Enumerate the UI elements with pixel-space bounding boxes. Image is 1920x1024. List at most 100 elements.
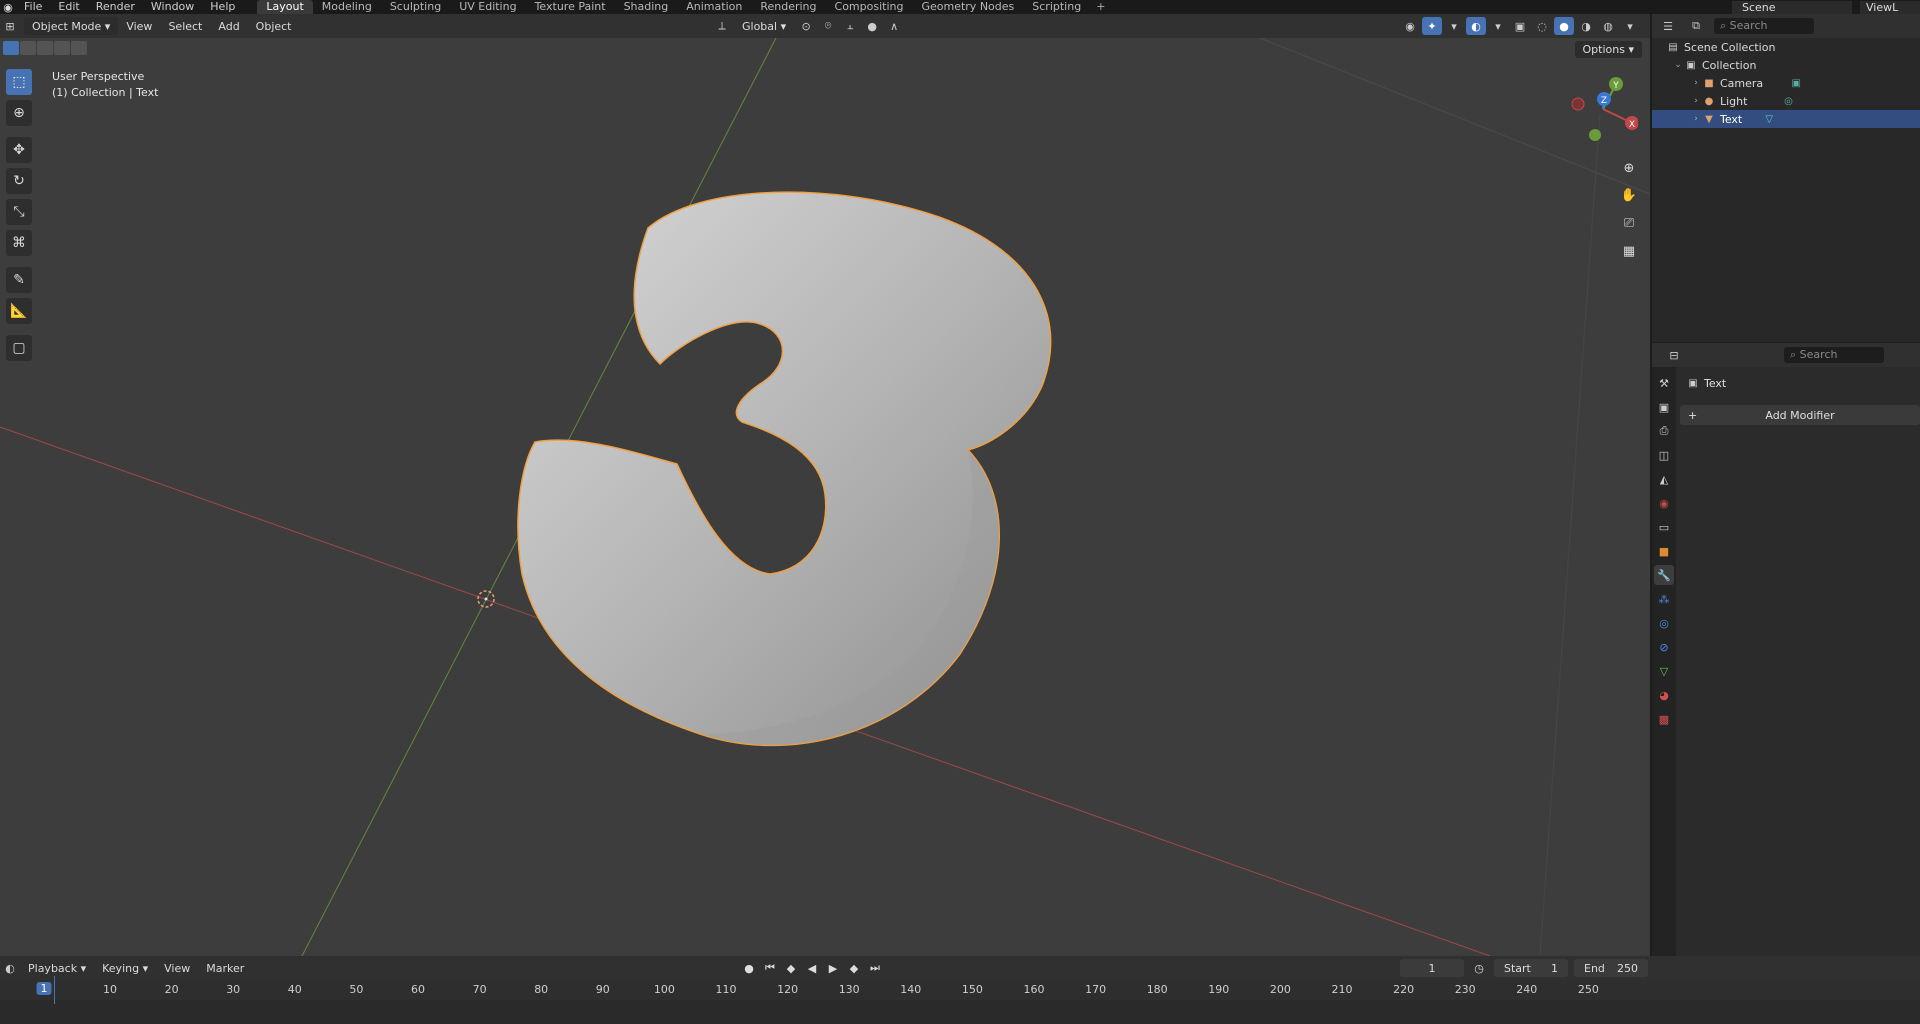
- expand-arrow-icon[interactable]: ›: [1690, 78, 1702, 88]
- snap-target-icon[interactable]: ⫠: [840, 17, 860, 35]
- object-tab-icon[interactable]: ■: [1654, 541, 1674, 561]
- xray-icon[interactable]: ▣: [1510, 17, 1530, 35]
- solid-shading-icon[interactable]: ●: [1554, 17, 1574, 35]
- menu-select[interactable]: Select: [160, 17, 210, 35]
- play-icon[interactable]: ▶: [824, 959, 842, 977]
- marker-menu[interactable]: Marker: [198, 959, 252, 977]
- play-reverse-icon[interactable]: ◀: [803, 959, 821, 977]
- expand-arrow-icon[interactable]: ›: [1690, 96, 1702, 106]
- properties-search-input[interactable]: ⌕ Search: [1784, 347, 1884, 363]
- auto-keying-icon[interactable]: ●: [740, 959, 758, 977]
- view-layer-field[interactable]: ViewL: [1860, 0, 1920, 14]
- tab-compositing[interactable]: Compositing: [826, 0, 913, 14]
- tab-texture-paint[interactable]: Texture Paint: [526, 0, 615, 14]
- text-row[interactable]: › ▼ Text ▽: [1652, 110, 1920, 128]
- text-data-icon[interactable]: ▽: [1762, 112, 1776, 126]
- select-subtract-icon[interactable]: [37, 41, 53, 55]
- object-mode-dropdown[interactable]: Object Mode ▾: [24, 17, 119, 35]
- menu-add[interactable]: Add: [210, 17, 247, 35]
- playback-menu[interactable]: Playback ▾: [20, 959, 94, 977]
- camera-data-icon[interactable]: ▣: [1789, 76, 1803, 90]
- clock-icon[interactable]: ◷: [1470, 959, 1488, 977]
- properties-editor-icon[interactable]: ⊟: [1664, 346, 1684, 364]
- constraints-tab-icon[interactable]: ⊘: [1654, 637, 1674, 657]
- display-mode-icon[interactable]: ⧉: [1686, 17, 1706, 35]
- rendered-shading-icon[interactable]: ◍: [1598, 17, 1618, 35]
- collection-tab-icon[interactable]: ▭: [1654, 517, 1674, 537]
- tab-modeling[interactable]: Modeling: [313, 0, 381, 14]
- jump-start-icon[interactable]: ⏮: [761, 959, 779, 977]
- light-row[interactable]: › ● Light ◎: [1652, 92, 1920, 110]
- menu-edit[interactable]: Edit: [50, 0, 87, 14]
- output-tab-icon[interactable]: ⎙: [1654, 421, 1674, 441]
- data-tab-icon[interactable]: ▽: [1654, 661, 1674, 681]
- menu-render[interactable]: Render: [88, 0, 143, 14]
- editor-type-icon[interactable]: ⊞: [0, 17, 20, 35]
- pan-hand-icon[interactable]: ✋: [1617, 183, 1641, 207]
- next-keyframe-icon[interactable]: ◆: [845, 959, 863, 977]
- 3d-viewport[interactable]: ⊞ Object Mode ▾ View Select Add Object ⟂…: [0, 14, 1650, 956]
- frame-ruler[interactable]: 1 10 20 30 40 50 60 70 80 90 100 110 120 130 140 150 16…: [0, 980, 1920, 1000]
- timeline-editor-icon[interactable]: ◐: [0, 959, 20, 977]
- falloff-icon[interactable]: ∧: [884, 17, 904, 35]
- select-box-icon[interactable]: ⬚: [6, 69, 32, 95]
- pivot-icon[interactable]: ⊙: [796, 17, 816, 35]
- transform-tool-icon[interactable]: ⌘: [6, 230, 32, 256]
- orientation-dropdown[interactable]: Global ▾: [734, 17, 794, 35]
- select-extend-icon[interactable]: [20, 41, 36, 55]
- options-dropdown[interactable]: Options ▾: [1574, 41, 1642, 58]
- menu-object[interactable]: Object: [248, 17, 300, 35]
- world-tab-icon[interactable]: ◉: [1654, 493, 1674, 513]
- view-layer-tab-icon[interactable]: ◫: [1654, 445, 1674, 465]
- physics-tab-icon[interactable]: ◎: [1654, 613, 1674, 633]
- tab-rendering[interactable]: Rendering: [751, 0, 825, 14]
- navigation-gizmo[interactable]: X Y Z: [1568, 74, 1638, 144]
- shading-dropdown-icon[interactable]: ▾: [1620, 17, 1640, 35]
- menu-file[interactable]: File: [16, 0, 50, 14]
- add-cube-tool-icon[interactable]: ▢: [6, 335, 32, 361]
- select-invert-icon[interactable]: [54, 41, 70, 55]
- camera-row[interactable]: › ■ Camera ▣: [1652, 74, 1920, 92]
- overlay-toggle-icon[interactable]: ◐: [1466, 17, 1486, 35]
- start-frame-field[interactable]: Start 1: [1494, 959, 1568, 977]
- current-frame-indicator[interactable]: 1: [36, 982, 52, 995]
- tab-scripting[interactable]: Scripting: [1023, 0, 1090, 14]
- end-frame-field[interactable]: End 250: [1574, 959, 1648, 977]
- material-shading-icon[interactable]: ◑: [1576, 17, 1596, 35]
- add-modifier-button[interactable]: + Add Modifier: [1680, 405, 1920, 425]
- select-intersect-icon[interactable]: [71, 41, 87, 55]
- visibility-icon[interactable]: ◉: [1400, 17, 1420, 35]
- tab-shading[interactable]: Shading: [615, 0, 678, 14]
- prev-keyframe-icon[interactable]: ◆: [782, 959, 800, 977]
- tab-uv-editing[interactable]: UV Editing: [450, 0, 525, 14]
- move-tool-icon[interactable]: ✥: [6, 137, 32, 163]
- expand-arrow-icon[interactable]: ›: [1690, 114, 1702, 124]
- gizmo-dropdown-icon[interactable]: ▾: [1444, 17, 1464, 35]
- zoom-icon[interactable]: ⊕: [1617, 156, 1641, 180]
- outliner-search-input[interactable]: ⌕ Search: [1714, 18, 1814, 34]
- rotate-tool-icon[interactable]: ↻: [6, 168, 32, 194]
- jump-end-icon[interactable]: ⏭: [866, 959, 884, 977]
- cursor-tool-icon[interactable]: ⊕: [6, 100, 32, 126]
- tab-layout[interactable]: Layout: [257, 0, 313, 14]
- collapse-arrow-icon[interactable]: ⌄: [1672, 60, 1684, 70]
- menu-window[interactable]: Window: [143, 0, 202, 14]
- scene-collection-row[interactable]: ▤ Scene Collection: [1652, 38, 1920, 56]
- material-tab-icon[interactable]: ◕: [1654, 685, 1674, 705]
- select-new-icon[interactable]: [3, 41, 19, 55]
- blender-logo-icon[interactable]: ◉: [0, 0, 16, 14]
- add-workspace-icon[interactable]: +: [1090, 0, 1111, 14]
- keying-menu[interactable]: Keying ▾: [94, 959, 156, 977]
- wireframe-shading-icon[interactable]: ◌: [1532, 17, 1552, 35]
- snap-icon[interactable]: ⌾: [818, 17, 838, 35]
- tab-animation[interactable]: Animation: [677, 0, 751, 14]
- tab-geometry-nodes[interactable]: Geometry Nodes: [912, 0, 1023, 14]
- menu-help[interactable]: Help: [202, 0, 243, 14]
- current-frame-field[interactable]: 1: [1400, 959, 1464, 977]
- outliner-editor-icon[interactable]: ☰: [1658, 17, 1678, 35]
- camera-view-icon[interactable]: ⎚: [1617, 211, 1641, 235]
- proportional-edit-icon[interactable]: ●: [862, 17, 882, 35]
- overlay-dropdown-icon[interactable]: ▾: [1488, 17, 1508, 35]
- particles-tab-icon[interactable]: ⁂: [1654, 589, 1674, 609]
- render-tab-icon[interactable]: ▣: [1654, 397, 1674, 417]
